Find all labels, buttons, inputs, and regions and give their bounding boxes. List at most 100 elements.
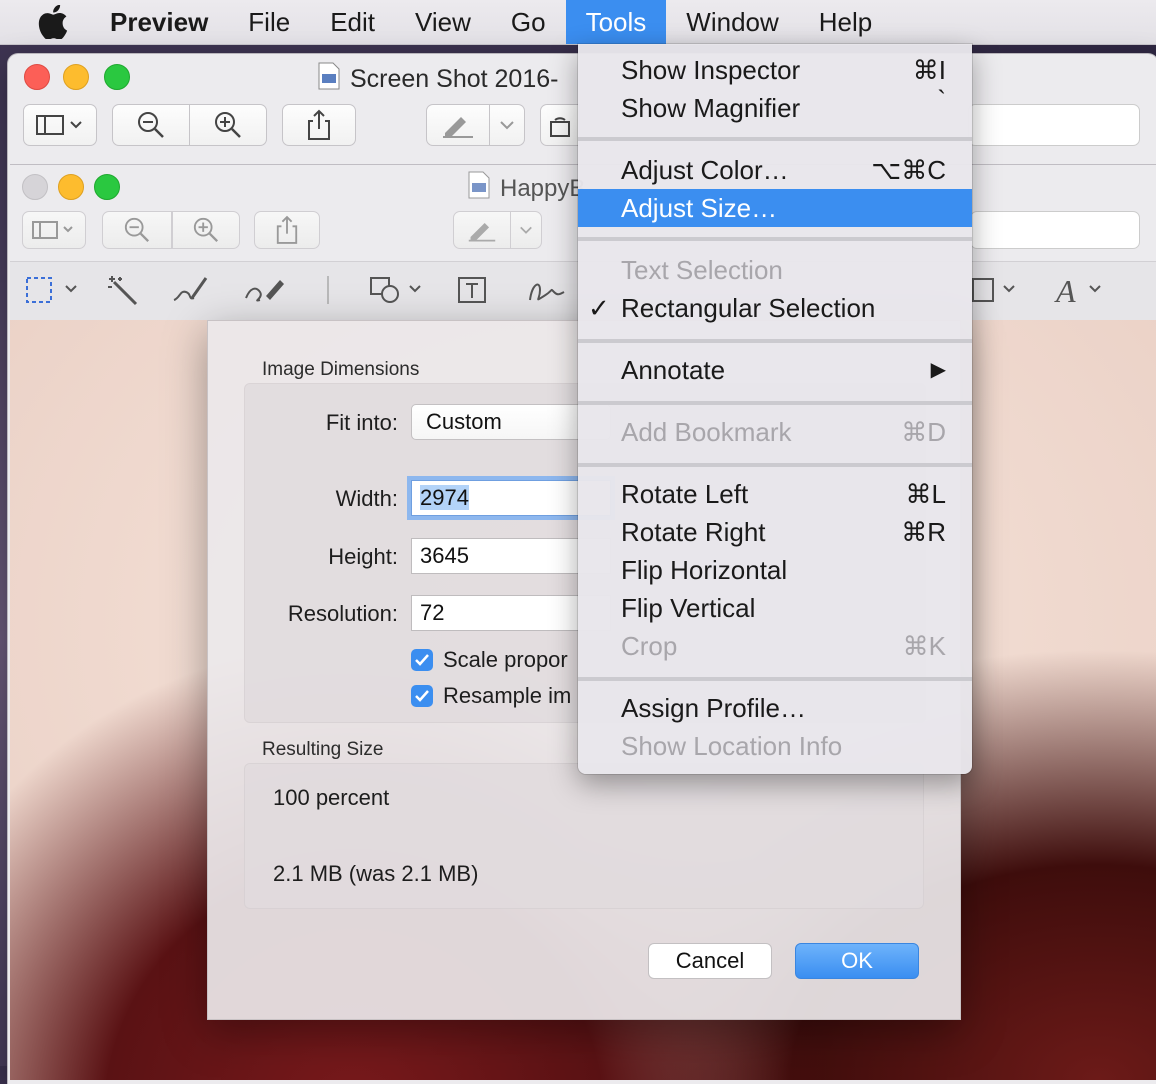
menu-item-label: Flip Horizontal: [621, 555, 788, 585]
menu-file[interactable]: File: [228, 0, 310, 44]
resample-image-label: Resample im: [443, 683, 572, 708]
scale-proportionally-label: Scale propor: [443, 647, 568, 672]
menu-item-label: Show Inspector: [621, 55, 801, 85]
document-icon: [468, 171, 490, 206]
width-value: 2974: [420, 485, 469, 510]
menu-item-adjust-color[interactable]: Adjust Color… ⌥⌘C: [578, 151, 972, 189]
close-button-inactive[interactable]: [22, 174, 48, 200]
markup-pen-button[interactable]: [426, 104, 490, 146]
search-field[interactable]: [968, 104, 1140, 146]
submenu-arrow-icon: ▶: [930, 359, 946, 381]
markup-dropdown-button[interactable]: [510, 211, 542, 249]
menu-app-preview[interactable]: Preview: [110, 0, 228, 44]
zoom-in-button[interactable]: [172, 211, 240, 249]
menu-item-label: Rotate Left: [621, 479, 749, 509]
window-title: HappyB: [468, 171, 585, 206]
minimize-button[interactable]: [58, 174, 84, 200]
menu-item-flip-vertical[interactable]: Flip Vertical: [578, 589, 972, 627]
search-field[interactable]: [970, 211, 1140, 249]
shapes-icon[interactable]: [368, 272, 428, 308]
shortcut: ⌘D: [901, 417, 946, 447]
toolbar-divider: [326, 272, 330, 308]
menu-separator: [578, 339, 972, 343]
checkmark-icon: ✓: [588, 293, 610, 323]
apple-menu-icon[interactable]: [38, 5, 76, 39]
menu-separator: [578, 677, 972, 681]
width-label: Width:: [335, 486, 398, 511]
text-style-icon[interactable]: A: [1054, 272, 1110, 308]
menu-separator: [578, 237, 972, 241]
menu-item-label: Text Selection: [621, 255, 783, 285]
menu-edit[interactable]: Edit: [310, 0, 395, 44]
menu-item-label: Rotate Right: [621, 517, 766, 547]
menu-item-label: Crop: [621, 631, 678, 661]
menu-item-rotate-left[interactable]: Rotate Left ⌘L: [578, 475, 972, 513]
rotate-button[interactable]: [540, 104, 580, 146]
menu-separator: [578, 401, 972, 405]
sketch-icon[interactable]: [170, 272, 210, 308]
menu-tools[interactable]: Tools: [565, 0, 667, 44]
tools-menu: Show Inspector ⌘I Show Magnifier ` Adjus…: [578, 44, 972, 774]
menu-item-add-bookmark: Add Bookmark ⌘D: [578, 413, 972, 451]
height-label: Height:: [328, 544, 398, 569]
menu-item-rectangular-selection[interactable]: ✓ Rectangular Selection: [578, 289, 972, 327]
zoom-out-button[interactable]: [102, 211, 172, 249]
markup-dropdown-button[interactable]: [489, 104, 525, 146]
menu-item-rotate-right[interactable]: Rotate Right ⌘R: [578, 513, 972, 551]
svg-text:A: A: [1054, 274, 1076, 306]
zoom-out-button[interactable]: [112, 104, 190, 146]
shortcut: ⌘L: [905, 479, 946, 509]
border-color-icon[interactable]: [970, 272, 1024, 308]
menu-item-label: Show Magnifier: [621, 93, 801, 123]
menu-item-label: Add Bookmark: [621, 417, 792, 447]
menu-item-flip-horizontal[interactable]: Flip Horizontal: [578, 551, 972, 589]
resample-image-checkbox[interactable]: Resample im: [411, 683, 571, 709]
menu-separator: [578, 137, 972, 141]
selection-tool-icon[interactable]: [24, 272, 84, 308]
signature-icon[interactable]: [526, 272, 576, 308]
minimize-button[interactable]: [63, 64, 89, 90]
fit-into-label: Fit into:: [325, 410, 398, 435]
close-button[interactable]: [24, 64, 50, 90]
scale-proportionally-checkbox[interactable]: Scale propor: [411, 647, 568, 673]
menu-bar: Preview File Edit View Go Tools Window H…: [0, 0, 1156, 45]
menu-item-label: Assign Profile…: [621, 693, 806, 723]
ok-button[interactable]: OK: [795, 943, 919, 979]
share-button[interactable]: [282, 104, 356, 146]
menu-item-label: Show Location Info: [621, 731, 843, 761]
menu-item-text-selection: Text Selection: [578, 251, 972, 289]
menu-item-adjust-size[interactable]: Adjust Size…: [578, 189, 972, 227]
checkbox-checked-icon: [411, 685, 433, 707]
resolution-label: Resolution:: [287, 601, 398, 626]
zoom-button[interactable]: [94, 174, 120, 200]
menu-item-show-magnifier[interactable]: Show Magnifier `: [578, 85, 972, 127]
menu-item-crop: Crop ⌘K: [578, 627, 972, 665]
menu-view[interactable]: View: [395, 0, 491, 44]
share-button[interactable]: [254, 211, 320, 249]
menu-window[interactable]: Window: [666, 0, 798, 44]
menu-item-assign-profile[interactable]: Assign Profile…: [578, 689, 972, 727]
menu-help[interactable]: Help: [799, 0, 892, 44]
menu-item-label: Flip Vertical: [621, 593, 756, 623]
menu-go[interactable]: Go: [491, 0, 566, 44]
sidebar-toggle-button[interactable]: [23, 104, 97, 146]
window-title-text: HappyB: [500, 174, 586, 202]
sidebar-toggle-button[interactable]: [22, 211, 86, 249]
file-size-text: 2.1 MB (was 2.1 MB): [273, 861, 479, 886]
window-title-text: Screen Shot 2016-: [350, 65, 559, 93]
magic-wand-icon[interactable]: [106, 272, 140, 308]
zoom-button[interactable]: [104, 64, 130, 90]
cancel-button[interactable]: Cancel: [648, 943, 772, 979]
document-icon: [318, 62, 340, 97]
menu-item-show-inspector[interactable]: Show Inspector ⌘I: [578, 51, 972, 89]
menu-item-label: Annotate: [621, 355, 726, 385]
draw-icon[interactable]: [242, 272, 288, 308]
menu-item-annotate[interactable]: Annotate ▶: [578, 351, 972, 389]
shortcut: ⌥⌘C: [871, 155, 946, 185]
zoom-in-button[interactable]: [189, 104, 267, 146]
shortcut: ⌘K: [902, 631, 946, 661]
text-box-icon[interactable]: [456, 272, 488, 308]
shortcut: ⌘R: [901, 517, 946, 547]
markup-pen-button[interactable]: [453, 211, 511, 249]
menu-separator: [578, 463, 972, 467]
